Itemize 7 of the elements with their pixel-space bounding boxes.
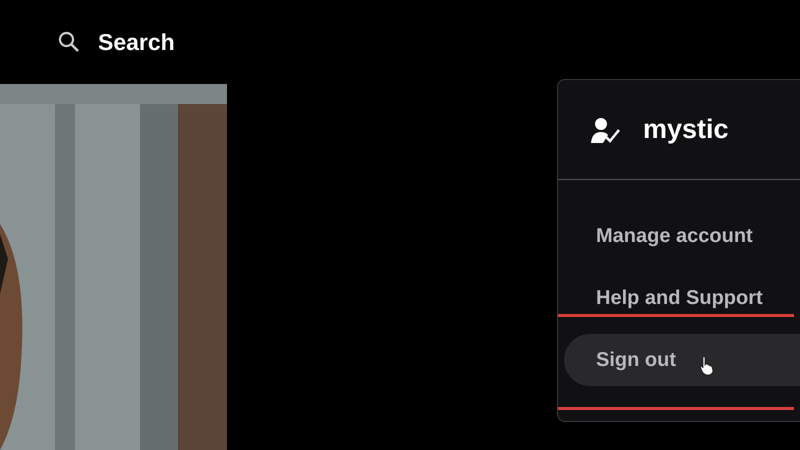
username: mystic [643,113,729,146]
search-icon [58,31,80,53]
menu-item[interactable]: Manage account [564,210,800,262]
menu-item[interactable]: Sign out [564,334,800,386]
user-check-icon [591,116,621,142]
menu-item[interactable]: Help and Support [564,272,800,324]
search-button[interactable]: Search [58,24,175,60]
